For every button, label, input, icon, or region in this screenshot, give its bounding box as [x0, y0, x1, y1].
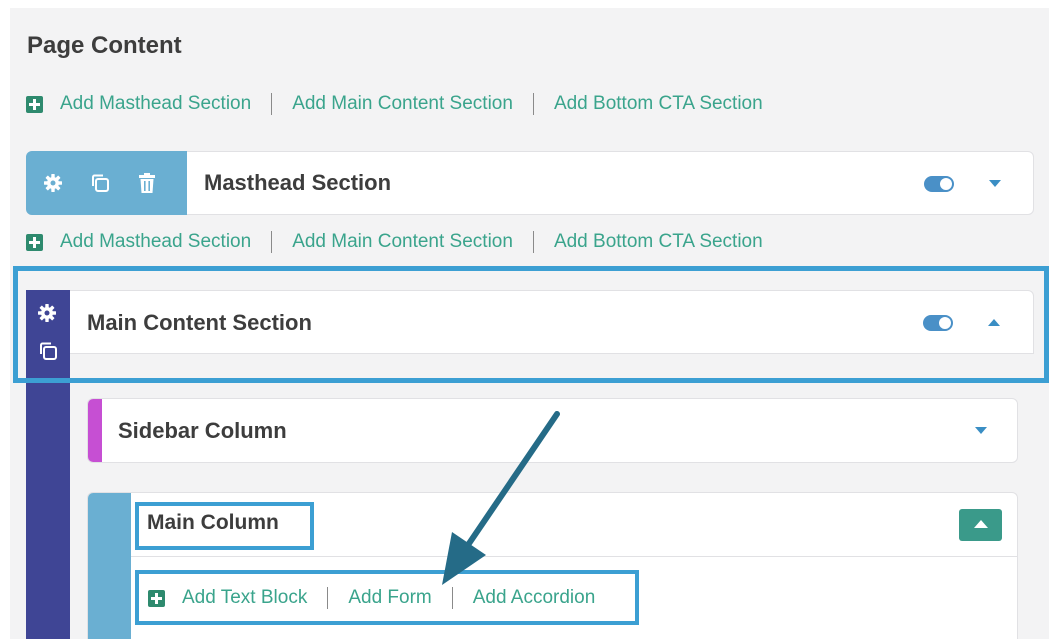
masthead-section: Masthead Section — [26, 151, 1034, 215]
add-form-link[interactable]: Add Form — [348, 587, 431, 609]
plus-square-icon — [148, 589, 165, 607]
chevron-down-icon[interactable] — [989, 180, 1001, 187]
masthead-section-title: Masthead Section — [204, 170, 392, 195]
toggle-icon[interactable] — [924, 176, 954, 192]
gear-icon[interactable] — [37, 303, 57, 323]
divider — [271, 231, 273, 253]
main-content-tool-rail — [26, 290, 70, 639]
divider — [327, 587, 329, 609]
main-column-title: Main Column — [147, 511, 279, 534]
toggle-icon[interactable] — [923, 315, 953, 331]
trash-icon[interactable] — [137, 172, 157, 194]
add-bottom-cta-link[interactable]: Add Bottom CTA Section — [554, 93, 763, 115]
divider — [532, 231, 534, 253]
add-bottom-cta-link[interactable]: Add Bottom CTA Section — [554, 231, 763, 253]
main-column-header: Main Column — [131, 493, 1017, 557]
main-column-actions: Add Text Block Add Form Add Accordion — [148, 586, 595, 610]
plus-square-icon — [26, 95, 43, 113]
add-main-content-link[interactable]: Add Main Content Section — [292, 231, 513, 253]
main-content-section-title: Main Content Section — [87, 310, 312, 335]
main-content-header: Main Content Section — [70, 290, 1034, 354]
copy-icon[interactable] — [89, 172, 111, 194]
add-accordion-link[interactable]: Add Accordion — [473, 587, 596, 609]
add-section-bar-middle: Add Masthead Section Add Main Content Se… — [26, 230, 763, 254]
sidebar-column-title: Sidebar Column — [118, 418, 287, 443]
chevron-down-icon[interactable] — [975, 427, 987, 434]
add-masthead-link[interactable]: Add Masthead Section — [60, 93, 251, 115]
section-tools — [26, 151, 187, 215]
main-column: Main Column — [87, 492, 1018, 639]
page-title: Page Content — [27, 32, 182, 59]
divider — [451, 587, 453, 609]
add-main-content-link[interactable]: Add Main Content Section — [292, 93, 513, 115]
chevron-up-icon[interactable] — [988, 319, 1000, 326]
copy-icon[interactable] — [37, 340, 59, 362]
column-color-stripe — [88, 399, 102, 462]
divider — [271, 93, 273, 115]
sidebar-column: Sidebar Column — [87, 398, 1018, 463]
gear-icon[interactable] — [43, 173, 63, 193]
add-text-block-link[interactable]: Add Text Block — [182, 587, 307, 609]
add-section-bar-top: Add Masthead Section Add Main Content Se… — [26, 92, 763, 116]
add-masthead-link[interactable]: Add Masthead Section — [60, 231, 251, 253]
divider — [532, 93, 534, 115]
plus-square-icon — [26, 233, 43, 251]
column-color-stripe — [88, 493, 131, 639]
collapse-button[interactable] — [959, 509, 1002, 541]
